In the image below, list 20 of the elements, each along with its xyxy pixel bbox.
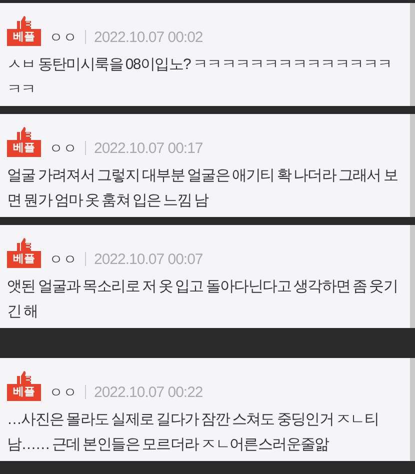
comment-date: 2022.10.07 00:22 <box>94 384 203 401</box>
comment-date: 2022.10.07 00:02 <box>94 29 203 46</box>
thumbs-up-icon <box>15 15 33 29</box>
best-badge: 베플 <box>7 140 41 157</box>
comment-text: 얼굴 가려져서 그렇지 대부분 얼굴은 애기티 확 나더라 그래서 보면 뭔가 엄마 옷 훔쳐 입은 느낌 남 <box>7 166 399 211</box>
thumbs-up-icon <box>15 126 33 140</box>
author-name: ㅇㅇ <box>49 384 77 401</box>
best-badge: 베플 <box>7 384 41 401</box>
thumbs-up-icon <box>15 237 33 251</box>
best-badge: 베플 <box>7 29 41 46</box>
author-name: ㅇㅇ <box>49 29 77 46</box>
author-name: ㅇㅇ <box>49 251 77 268</box>
comment-text: …사진은 몰라도 실제로 길다가 잠깐 스쳐도 중딩인거 ㅈㄴ티남…… 근데 본인들은 모르더라 ㅈㄴ어른스러운줄앎 <box>7 410 380 455</box>
author-name: ㅇㅇ <box>49 140 77 157</box>
comment-text: ㅅㅂ 동탄미시룩을 08이입노? ㅋㅋㅋㅋㅋㅋㅋㅋㅋㅋㅋㅋㅋㅋㅋㅋ <box>7 55 393 100</box>
best-badge: 베플 <box>7 251 41 268</box>
comment-date: 2022.10.07 00:07 <box>94 251 203 268</box>
comment-text: 앳된 얼굴과 목소리로 저 옷 입고 돌아다닌다고 생각하면 좀 웃기긴 해 <box>7 277 399 322</box>
thumbs-up-icon <box>15 370 33 384</box>
comment-date: 2022.10.07 00:17 <box>94 140 203 157</box>
